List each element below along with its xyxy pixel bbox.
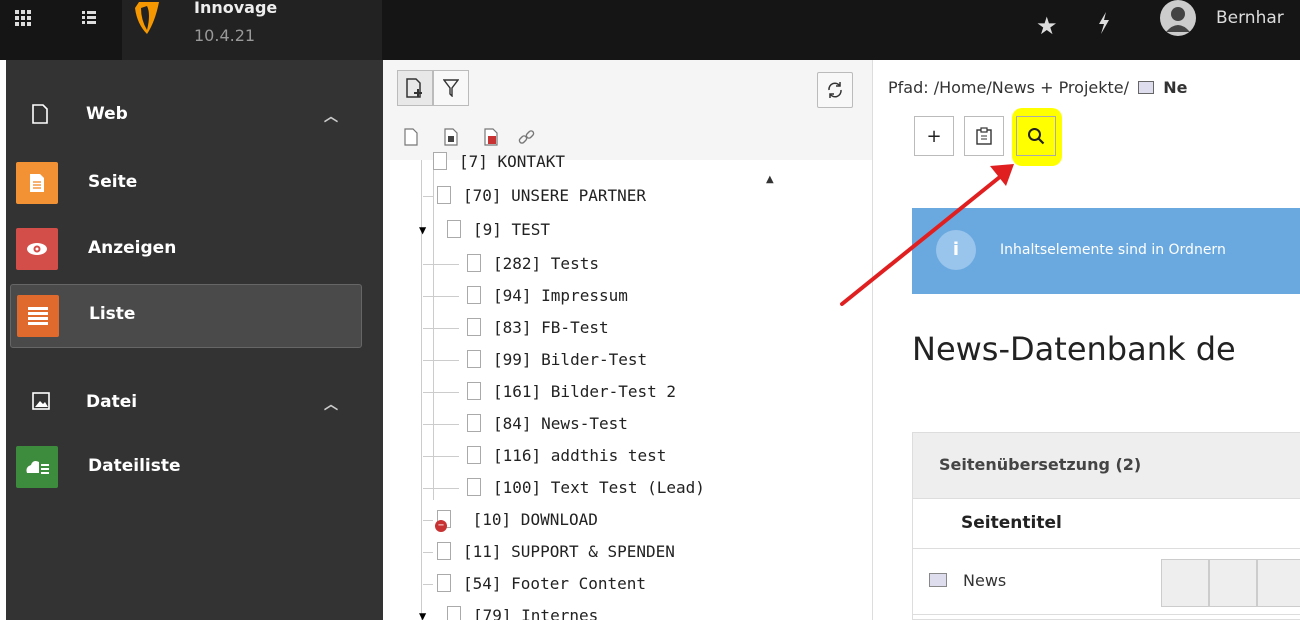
info-icon: i	[936, 230, 976, 270]
page-doc-icon[interactable]	[401, 126, 421, 148]
translation-panel: Seitenübersetzung (2) Seitentitel News	[912, 432, 1300, 620]
site-version: 10.4.21	[194, 26, 256, 45]
clipboard-button[interactable]	[964, 116, 1004, 156]
plus-icon: +	[926, 125, 942, 147]
tree-node[interactable]: [11] SUPPORT & SPENDEN	[423, 536, 675, 568]
column-header-title: Seitentitel	[961, 513, 1062, 533]
link-icon[interactable]	[517, 126, 537, 148]
tree-node-label: [99] Bilder-Test	[493, 350, 648, 369]
search-icon	[1028, 128, 1045, 145]
tree-node-label: [11] SUPPORT & SPENDEN	[463, 542, 675, 561]
row-action-button[interactable]	[1257, 559, 1300, 607]
folder-icon	[1138, 81, 1155, 94]
search-button[interactable]	[1016, 116, 1056, 156]
tree-node[interactable]: [54] Footer Content	[423, 568, 646, 600]
breadcrumb-current: Ne	[1163, 78, 1188, 97]
row-action-button[interactable]	[1209, 559, 1257, 607]
tree-node[interactable]: ▼ [9] TEST	[419, 214, 551, 246]
filter-icon[interactable]	[433, 70, 469, 106]
tree-node-label: [10] DOWNLOAD	[472, 510, 598, 529]
module-group-datei[interactable]: Datei ︿	[6, 380, 376, 426]
tree-node[interactable]: [100] Text Test (Lead)	[423, 472, 705, 504]
module-group-label: Web	[86, 104, 128, 124]
clipboard-icon	[976, 127, 992, 145]
page-title: News-Datenbank de	[912, 330, 1236, 368]
list-icon	[17, 295, 59, 337]
tree-node-label: [282] Tests	[493, 254, 599, 273]
module-item-anzeigen[interactable]: Anzeigen	[10, 218, 362, 282]
tree-node-label: [70] UNSERE PARTNER	[463, 186, 647, 205]
page-tree-toggle-icon[interactable]	[70, 0, 108, 36]
tree-node[interactable]: [83] FB-Test	[423, 312, 609, 344]
tree-node[interactable]: [70] UNSERE PARTNER	[423, 180, 646, 212]
tree-node[interactable]: − [10] DOWNLOAD	[423, 504, 598, 536]
tree-node[interactable]: [116] addthis test	[423, 440, 666, 472]
tree-node-label: [54] Footer Content	[463, 574, 647, 593]
blocked-badge-icon: −	[435, 520, 447, 532]
chevron-up-icon[interactable]: ︿	[324, 106, 338, 126]
flash-cache-icon[interactable]	[1097, 12, 1111, 39]
typo3-logo-icon[interactable]	[135, 2, 163, 34]
folder-icon	[929, 573, 947, 587]
module-item-seite[interactable]: Seite	[10, 152, 362, 216]
tree-node[interactable]: [84] News-Test	[423, 408, 628, 440]
row-title: News	[963, 571, 1007, 590]
page-tree-panel: [7] KONTAKT [70] UNSERE PARTNER ▼ [9] TE…	[383, 60, 873, 620]
scroll-up-arrow-icon[interactable]: ▲	[766, 174, 774, 185]
module-item-dateiliste[interactable]: Dateiliste	[10, 436, 362, 500]
table-row[interactable]: News	[913, 549, 1300, 615]
tree-node[interactable]: [7] KONTAKT	[433, 146, 565, 178]
tree-node[interactable]: [94] Impressum	[423, 280, 628, 312]
breadcrumb: Pfad: /Home/News + Projekte/ Ne	[888, 78, 1187, 97]
tree-node[interactable]: ▼ [79] Internes	[419, 600, 599, 620]
panel-header[interactable]: Seitenübersetzung (2)	[913, 433, 1300, 499]
tree-node-label: [79] Internes	[473, 606, 599, 620]
tree-node[interactable]: [99] Bilder-Test	[423, 344, 647, 376]
module-item-liste[interactable]: Liste	[10, 284, 362, 348]
eye-icon	[16, 228, 58, 270]
bookmark-star-icon[interactable]: ★	[1036, 12, 1058, 40]
module-item-label: Dateiliste	[88, 456, 181, 476]
tree-node-label: [161] Bilder-Test 2	[493, 382, 677, 401]
table-header: Seitentitel	[913, 499, 1300, 549]
tree-node[interactable]: [282] Tests	[423, 248, 599, 280]
module-grid-icon[interactable]	[4, 0, 42, 36]
info-text: Inhaltselemente sind in Ordnern	[1000, 242, 1226, 258]
module-item-label: Liste	[89, 304, 136, 324]
tree-node-label: [83] FB-Test	[493, 318, 609, 337]
panel-title: Seitenübersetzung (2)	[939, 455, 1142, 474]
page-outline-icon	[32, 104, 48, 124]
page-tree-list: [7] KONTAKT [70] UNSERE PARTNER ▼ [9] TE…	[383, 152, 872, 620]
new-page-icon[interactable]	[397, 70, 433, 106]
module-item-label: Seite	[88, 172, 138, 192]
tree-node[interactable]: [161] Bilder-Test 2	[423, 376, 676, 408]
tree-node-label: [84] News-Test	[493, 414, 628, 433]
page-shortcut-icon[interactable]	[441, 126, 461, 148]
add-button[interactable]: +	[914, 116, 954, 156]
expand-arrow-icon[interactable]: ▼	[419, 214, 426, 246]
image-icon	[32, 392, 50, 412]
chevron-up-icon[interactable]: ︿	[324, 394, 338, 414]
refresh-icon[interactable]	[817, 72, 853, 108]
tree-node-label: [100] Text Test (Lead)	[493, 478, 705, 497]
module-group-web[interactable]: Web ︿	[6, 92, 376, 138]
expand-arrow-icon[interactable]: ▼	[419, 600, 426, 620]
top-bar: Innovage 10.4.21 ★ Bernhar	[0, 0, 1300, 60]
breadcrumb-path: Pfad: /Home/News + Projekte/	[888, 78, 1130, 97]
page-icon	[16, 162, 58, 204]
page-external-link-icon[interactable]	[481, 126, 501, 148]
tree-node-label: [7] KONTAKT	[459, 152, 565, 171]
module-item-label: Anzeigen	[88, 238, 177, 258]
user-name[interactable]: Bernhar	[1216, 8, 1284, 28]
file-list-icon	[16, 446, 58, 488]
site-name: Innovage	[194, 0, 278, 17]
row-action-button[interactable]	[1161, 559, 1209, 607]
avatar[interactable]	[1160, 0, 1196, 36]
module-group-label: Datei	[86, 392, 138, 412]
tree-node-label: [94] Impressum	[493, 286, 628, 305]
tree-node-label: [116] addthis test	[493, 446, 667, 465]
tree-node-label: [9] TEST	[473, 220, 551, 239]
